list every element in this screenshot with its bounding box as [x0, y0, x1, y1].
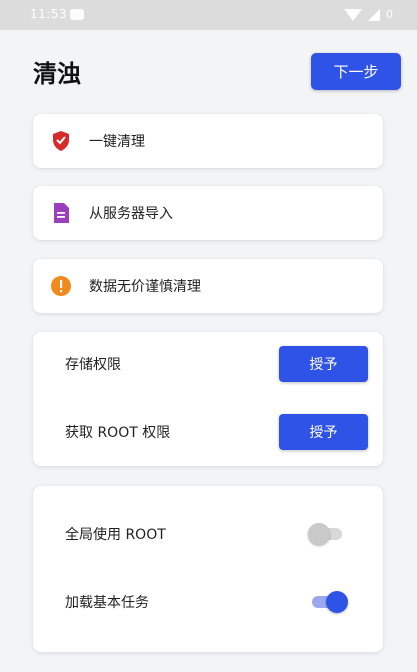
wifi-icon: [344, 8, 362, 21]
switch-thumb: [308, 523, 330, 545]
root-permission-row: 获取 ROOT 权限 授予: [33, 412, 383, 452]
import-from-server-label: 从服务器导入: [89, 206, 173, 222]
settings-card: 全局使用 ROOT 加载基本任务: [33, 486, 383, 652]
switch-thumb: [326, 591, 348, 613]
status-indicators: 0: [344, 8, 393, 21]
one-click-clean-card[interactable]: 一键清理: [33, 114, 383, 168]
document-icon: [50, 202, 72, 224]
next-button[interactable]: 下一步: [311, 53, 401, 90]
load-tasks-row: 加载基本任务: [33, 582, 383, 622]
warning-icon: [50, 275, 72, 297]
signal-icon: [368, 8, 380, 21]
one-click-clean-label: 一键清理: [89, 134, 145, 150]
careful-clean-label: 数据无价谨慎清理: [89, 279, 201, 295]
careful-clean-card[interactable]: 数据无价谨慎清理: [33, 259, 383, 313]
global-root-label: 全局使用 ROOT: [65, 527, 166, 543]
status-bar: 11:53 0: [0, 0, 417, 30]
permissions-card: 存储权限 授予 获取 ROOT 权限 授予: [33, 332, 383, 466]
load-tasks-switch[interactable]: [308, 590, 348, 614]
storage-permission-row: 存储权限 授予: [33, 344, 383, 384]
global-root-row: 全局使用 ROOT: [33, 514, 383, 554]
root-permission-label: 获取 ROOT 权限: [65, 425, 171, 441]
load-tasks-label: 加载基本任务: [65, 595, 149, 611]
grant-storage-button[interactable]: 授予: [279, 346, 368, 382]
status-time: 11:53: [30, 7, 68, 21]
grant-root-button[interactable]: 授予: [279, 414, 368, 450]
page-title: 清浊: [33, 60, 81, 88]
global-root-switch[interactable]: [308, 522, 348, 546]
storage-permission-label: 存储权限: [65, 357, 121, 373]
battery-level: 0: [386, 8, 393, 21]
import-from-server-card[interactable]: 从服务器导入: [33, 186, 383, 240]
shield-icon: [50, 130, 72, 152]
message-icon: [70, 9, 84, 20]
